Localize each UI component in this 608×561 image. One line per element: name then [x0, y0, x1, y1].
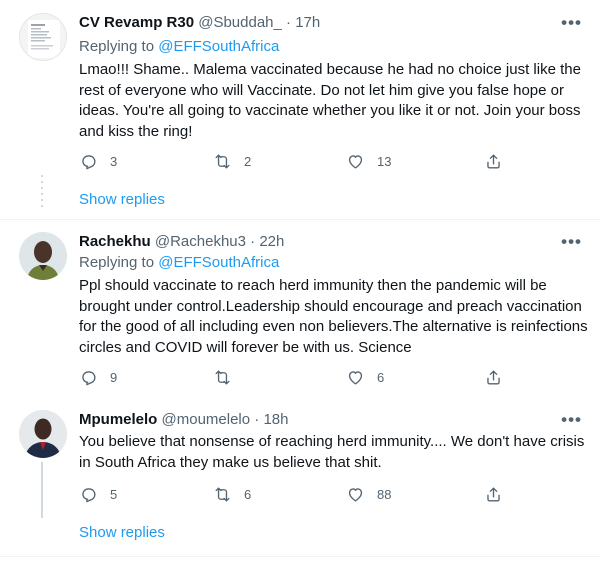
replying-to-link[interactable]: @EFFSouthAfrica	[158, 38, 279, 55]
avatar[interactable]	[19, 13, 67, 61]
avatar[interactable]	[19, 410, 67, 458]
more-options-icon[interactable]: •••	[561, 410, 582, 430]
share-button[interactable]	[484, 367, 503, 387]
reply-button[interactable]: 5	[79, 484, 117, 504]
display-name[interactable]: CV Revamp R30	[79, 14, 194, 31]
show-replies-link[interactable]: Show replies	[79, 191, 165, 208]
retweet-count: 6	[244, 486, 252, 502]
retweet-icon	[215, 153, 230, 169]
like-button[interactable]: 13	[346, 151, 391, 171]
share-button[interactable]	[484, 484, 503, 504]
heart-icon	[348, 154, 363, 169]
replying-to: Replying to @EFFSouthAfrica	[79, 37, 279, 57]
replying-to: Replying to @EFFSouthAfrica	[79, 253, 279, 273]
reply-icon	[82, 370, 96, 385]
retweet-button[interactable]	[213, 367, 244, 387]
tweet-1[interactable]: CV Revamp R30 @Sbuddah_ · 17h ••• Replyi…	[0, 0, 600, 219]
replying-to-link[interactable]: @EFFSouthAfrica	[158, 254, 279, 271]
heart-icon	[348, 487, 363, 502]
tweet-2[interactable]: Rachekhu @Rachekhu3 · 22h ••• Replying t…	[0, 220, 600, 400]
like-count: 13	[377, 153, 392, 169]
like-count: 88	[377, 486, 392, 502]
retweet-count: 2	[244, 153, 252, 169]
share-icon	[487, 153, 500, 169]
more-options-icon[interactable]: •••	[561, 232, 582, 252]
display-name[interactable]: Rachekhu	[79, 233, 151, 250]
person-photo	[19, 410, 67, 458]
display-name[interactable]: Mpumelelo	[79, 411, 157, 428]
reply-button[interactable]: 9	[79, 367, 117, 387]
share-button[interactable]	[484, 151, 503, 171]
like-button[interactable]: 88	[346, 484, 391, 504]
reply-count: 5	[110, 486, 118, 502]
replying-to-prefix: Replying to	[79, 38, 159, 55]
show-replies-link[interactable]: Show replies	[79, 524, 165, 541]
divider	[0, 556, 600, 557]
timestamp[interactable]: · 22h	[250, 233, 284, 250]
tweet-header: Rachekhu @Rachekhu3 · 22h	[79, 232, 284, 252]
tweet-actions: 5 6 88	[79, 484, 509, 504]
retweet-button[interactable]: 2	[213, 151, 251, 171]
like-count: 6	[377, 369, 385, 385]
heart-icon	[348, 370, 363, 385]
tweet-text: Lmao!!! Shame.. Malema vaccinated becaus…	[79, 61, 581, 140]
timestamp[interactable]: · 17h	[286, 14, 320, 31]
tweet-actions: 9 6	[79, 367, 509, 387]
timestamp[interactable]: · 18h	[254, 411, 288, 428]
retweet-icon	[215, 486, 230, 502]
tweet-actions: 3 2 13	[79, 151, 509, 171]
reply-count: 9	[110, 369, 118, 385]
share-icon	[487, 369, 500, 385]
like-button[interactable]: 6	[346, 367, 384, 387]
replying-to-prefix: Replying to	[79, 254, 159, 271]
avatar[interactable]	[19, 232, 67, 280]
tweet-text: Ppl should vaccinate to reach herd immun…	[79, 277, 588, 356]
person-photo	[19, 232, 67, 280]
cv-document-thumbnail	[28, 20, 60, 58]
retweet-button[interactable]: 6	[213, 484, 251, 504]
user-handle[interactable]: @moumelelo	[162, 411, 251, 428]
tweet-3[interactable]: Mpumelelo @moumelelo · 18h ••• You belie…	[0, 400, 600, 558]
user-handle[interactable]: @Rachekhu3	[155, 233, 246, 250]
tweet-header: Mpumelelo @moumelelo · 18h	[79, 410, 288, 430]
share-icon	[487, 486, 500, 502]
more-options-icon[interactable]: •••	[561, 13, 582, 33]
thread-line	[41, 462, 43, 518]
reply-button[interactable]: 3	[79, 151, 117, 171]
tweet-header: CV Revamp R30 @Sbuddah_ · 17h	[79, 13, 320, 33]
user-handle[interactable]: @Sbuddah_	[198, 14, 282, 31]
reply-count: 3	[110, 153, 118, 169]
reply-icon	[82, 487, 96, 502]
retweet-icon	[215, 369, 230, 385]
tweet-text: You believe that nonsense of reaching he…	[79, 433, 585, 471]
thread-dots	[41, 175, 43, 211]
reply-icon	[82, 154, 96, 169]
